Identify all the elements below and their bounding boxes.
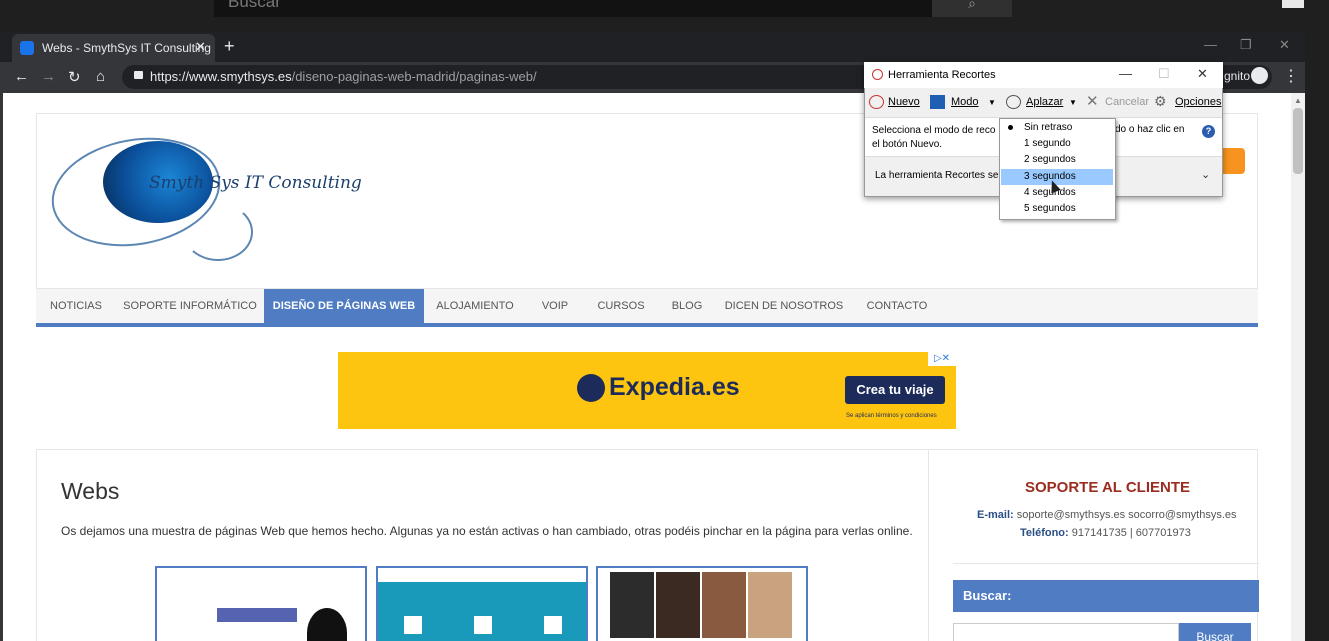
forward-icon[interactable]: → xyxy=(41,68,56,85)
logo-text[interactable]: Smyth Sys IT Consulting xyxy=(149,173,362,193)
nav-item-noticias[interactable]: NOTICIAS xyxy=(36,289,116,323)
portfolio-thumb-2[interactable] xyxy=(376,566,588,641)
ad-cta-button[interactable]: Crea tu viaje xyxy=(845,376,945,404)
mode-icon xyxy=(930,95,945,109)
email-label: E-mail: xyxy=(977,509,1014,521)
nav-item-dicen[interactable]: DICEN DE NOSOTROS xyxy=(716,289,852,323)
delay-option-2[interactable]: 2 segundos xyxy=(1001,152,1113,168)
page-title: Webs xyxy=(61,478,120,504)
sidebar-area xyxy=(929,449,1258,641)
snipping-info-text: La herramienta Recortes se xyxy=(875,170,999,181)
site-search-input[interactable] xyxy=(953,623,1179,641)
support-email: E-mail: soporte@smythsys.es socorro@smyt… xyxy=(977,509,1237,521)
snipping-tool-title: Herramienta Recortes xyxy=(888,69,996,81)
options-button[interactable]: Opciones xyxy=(1175,96,1221,108)
url-text[interactable]: https://www.smythsys.es/diseno-paginas-w… xyxy=(150,69,537,84)
page-scrollbar[interactable] xyxy=(1291,93,1305,641)
nav-item-diseno[interactable]: DISEÑO DE PÁGINAS WEB xyxy=(264,289,424,323)
snip-maximize-icon: ☐ xyxy=(1158,66,1170,81)
nav-item-alojamiento[interactable]: ALOJAMIENTO xyxy=(424,289,526,323)
reload-icon[interactable]: ↻ xyxy=(68,68,81,86)
mode-dropdown-icon[interactable]: ▼ xyxy=(988,98,996,107)
message-line-2: el botón Nuevo. xyxy=(872,139,943,150)
new-snip-icon xyxy=(869,95,884,109)
snipping-message: Selecciona el modo de reco el botón Nuevo… xyxy=(872,124,995,152)
lock-icon[interactable] xyxy=(134,71,143,79)
nav-item-blog[interactable]: BLOG xyxy=(658,289,716,323)
new-tab-button[interactable]: + xyxy=(224,36,235,57)
maximize-icon[interactable]: ❐ xyxy=(1240,37,1252,53)
delay-option-1[interactable]: 1 segundo xyxy=(1001,136,1113,152)
portfolio-thumb-3[interactable] xyxy=(596,566,808,641)
menu-icon[interactable]: ⋮ xyxy=(1283,66,1299,86)
site-search-button[interactable]: Buscar xyxy=(1179,623,1251,641)
logo-swirl xyxy=(183,203,253,261)
url-host: https://www.smythsys.es xyxy=(150,69,292,84)
message-line-1: Selecciona el modo de reco xyxy=(872,125,996,136)
desktop-edge xyxy=(1305,32,1329,641)
options-gear-icon: ⚙ xyxy=(1154,93,1167,109)
scroll-thumb[interactable] xyxy=(1293,108,1303,174)
scroll-up-icon[interactable]: ▲ xyxy=(1294,96,1302,105)
camera-icon xyxy=(1282,0,1304,8)
expedia-plane-icon xyxy=(577,374,605,402)
nav-item-contacto[interactable]: CONTACTO xyxy=(852,289,942,323)
minimize-icon[interactable]: — xyxy=(1204,37,1217,52)
nav-item-cursos[interactable]: CURSOS xyxy=(584,289,658,323)
chevron-down-icon[interactable]: ⌄ xyxy=(1201,168,1210,181)
delay-button[interactable]: Aplazar xyxy=(1026,96,1063,108)
top-search-button[interactable]: ⌕ xyxy=(932,0,1012,17)
main-nav: NOTICIAS SOPORTE INFORMÁTICO DISEÑO DE P… xyxy=(36,289,1258,327)
snip-close-icon[interactable]: ✕ xyxy=(1197,66,1208,82)
incognito-icon[interactable] xyxy=(1251,67,1268,84)
incognito-label: gnito xyxy=(1224,69,1251,83)
top-search-input[interactable]: Buscar xyxy=(214,0,932,17)
close-window-icon[interactable]: ✕ xyxy=(1279,37,1290,53)
email-value[interactable]: soporte@smythsys.es socorro@smythsys.es xyxy=(1017,509,1237,521)
nav-item-voip[interactable]: VOIP xyxy=(526,289,584,323)
search-widget-title: Buscar: xyxy=(953,580,1259,612)
cancel-button: Cancelar xyxy=(1105,96,1150,108)
scissors-icon xyxy=(872,69,883,80)
portfolio-thumb-1[interactable] xyxy=(155,566,367,641)
phone-value: 917141735 | 607701973 xyxy=(1071,527,1191,539)
new-snip-button[interactable]: Nuevo xyxy=(888,96,920,108)
home-icon[interactable]: ⌂ xyxy=(96,68,105,85)
url-path: /diseno-paginas-web-madrid/paginas-web/ xyxy=(291,69,537,84)
support-phone: Teléfono: 917141735 | 607701973 xyxy=(1020,527,1191,539)
cancel-icon: ✕ xyxy=(1086,93,1099,110)
intro-text: Os dejamos una muestra de páginas Web qu… xyxy=(61,524,913,538)
nav-item-soporte[interactable]: SOPORTE INFORMÁTICO xyxy=(116,289,264,323)
sidebar-divider xyxy=(953,563,1259,564)
help-icon[interactable]: ? xyxy=(1202,125,1215,138)
adchoices-icon[interactable]: ▷✕ xyxy=(928,352,956,366)
delay-dropdown-icon[interactable]: ▼ xyxy=(1069,98,1077,107)
snipping-message-end: do o haz clic en xyxy=(1115,124,1185,135)
tab-title: Webs - SmythSys IT Consulting xyxy=(42,41,211,55)
favicon-icon xyxy=(20,41,34,55)
phone-label: Teléfono: xyxy=(1020,527,1069,539)
support-title: SOPORTE AL CLIENTE xyxy=(1025,479,1191,496)
search-icon: ⌕ xyxy=(968,0,976,11)
ad-fine-print: Se aplican términos y condiciones xyxy=(846,413,937,419)
mode-button[interactable]: Modo xyxy=(951,96,979,108)
snip-minimize-icon[interactable]: — xyxy=(1119,66,1132,81)
clock-icon xyxy=(1006,95,1021,109)
browser-tab[interactable]: Webs - SmythSys IT Consulting ✕ xyxy=(12,34,215,62)
ad-brand[interactable]: Expedia.es xyxy=(609,373,740,402)
back-icon[interactable]: ← xyxy=(14,68,29,85)
delay-option-5[interactable]: 5 segundos xyxy=(1001,201,1113,217)
delay-option-none[interactable]: Sin retraso xyxy=(1001,120,1113,136)
tab-close-icon[interactable]: ✕ xyxy=(195,39,206,55)
